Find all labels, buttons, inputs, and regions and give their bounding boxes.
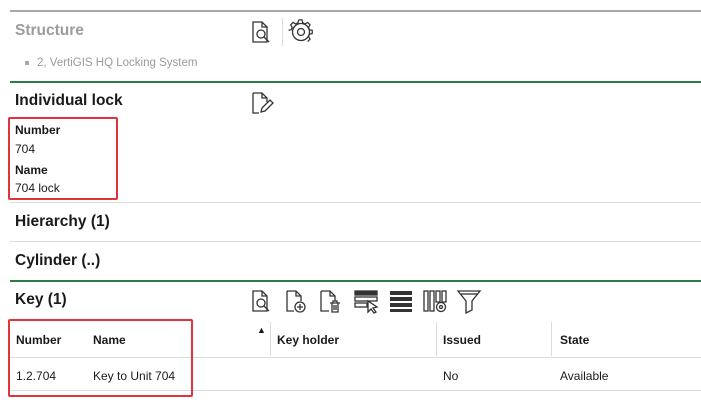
document-search-icon[interactable] bbox=[248, 288, 274, 314]
cell-state: Available bbox=[560, 369, 609, 383]
top-divider bbox=[10, 10, 701, 12]
highlight-box-lock bbox=[8, 117, 118, 200]
select-rows-icon[interactable] bbox=[353, 288, 379, 314]
structure-section-title: Structure bbox=[15, 22, 84, 39]
key-section-title: Key (1) bbox=[15, 291, 67, 308]
section-divider-green bbox=[10, 81, 701, 83]
column-separator bbox=[551, 322, 552, 356]
document-edit-icon[interactable] bbox=[248, 90, 274, 116]
column-settings-icon[interactable] bbox=[422, 288, 448, 314]
bullet-icon bbox=[25, 60, 29, 65]
column-separator bbox=[436, 322, 437, 356]
section-divider-green bbox=[10, 280, 701, 282]
column-header-state[interactable]: State bbox=[560, 333, 589, 347]
sort-ascending-icon[interactable]: ▲ bbox=[257, 325, 266, 335]
document-add-icon[interactable] bbox=[282, 288, 308, 314]
rows-icon[interactable] bbox=[388, 288, 414, 314]
gear-icon[interactable] bbox=[288, 19, 314, 45]
document-delete-icon[interactable] bbox=[316, 288, 342, 314]
structure-item-label: 2, VertiGIS HQ Locking System bbox=[37, 57, 198, 69]
document-search-icon[interactable] bbox=[248, 19, 274, 45]
section-divider bbox=[10, 241, 701, 242]
hierarchy-section-title[interactable]: Hierarchy (1) bbox=[15, 213, 110, 231]
cylinder-section-title[interactable]: Cylinder (..) bbox=[15, 252, 100, 270]
filter-icon[interactable] bbox=[456, 288, 482, 314]
column-separator bbox=[270, 322, 271, 356]
toolbar-separator bbox=[282, 18, 283, 46]
section-divider bbox=[10, 202, 701, 203]
highlight-box-key bbox=[8, 319, 193, 397]
individual-lock-title: Individual lock bbox=[15, 92, 123, 109]
column-header-key-holder[interactable]: Key holder bbox=[277, 333, 339, 347]
structure-item[interactable]: 2, VertiGIS HQ Locking System bbox=[25, 57, 197, 69]
column-header-issued[interactable]: Issued bbox=[443, 333, 481, 347]
cell-issued: No bbox=[443, 369, 459, 383]
